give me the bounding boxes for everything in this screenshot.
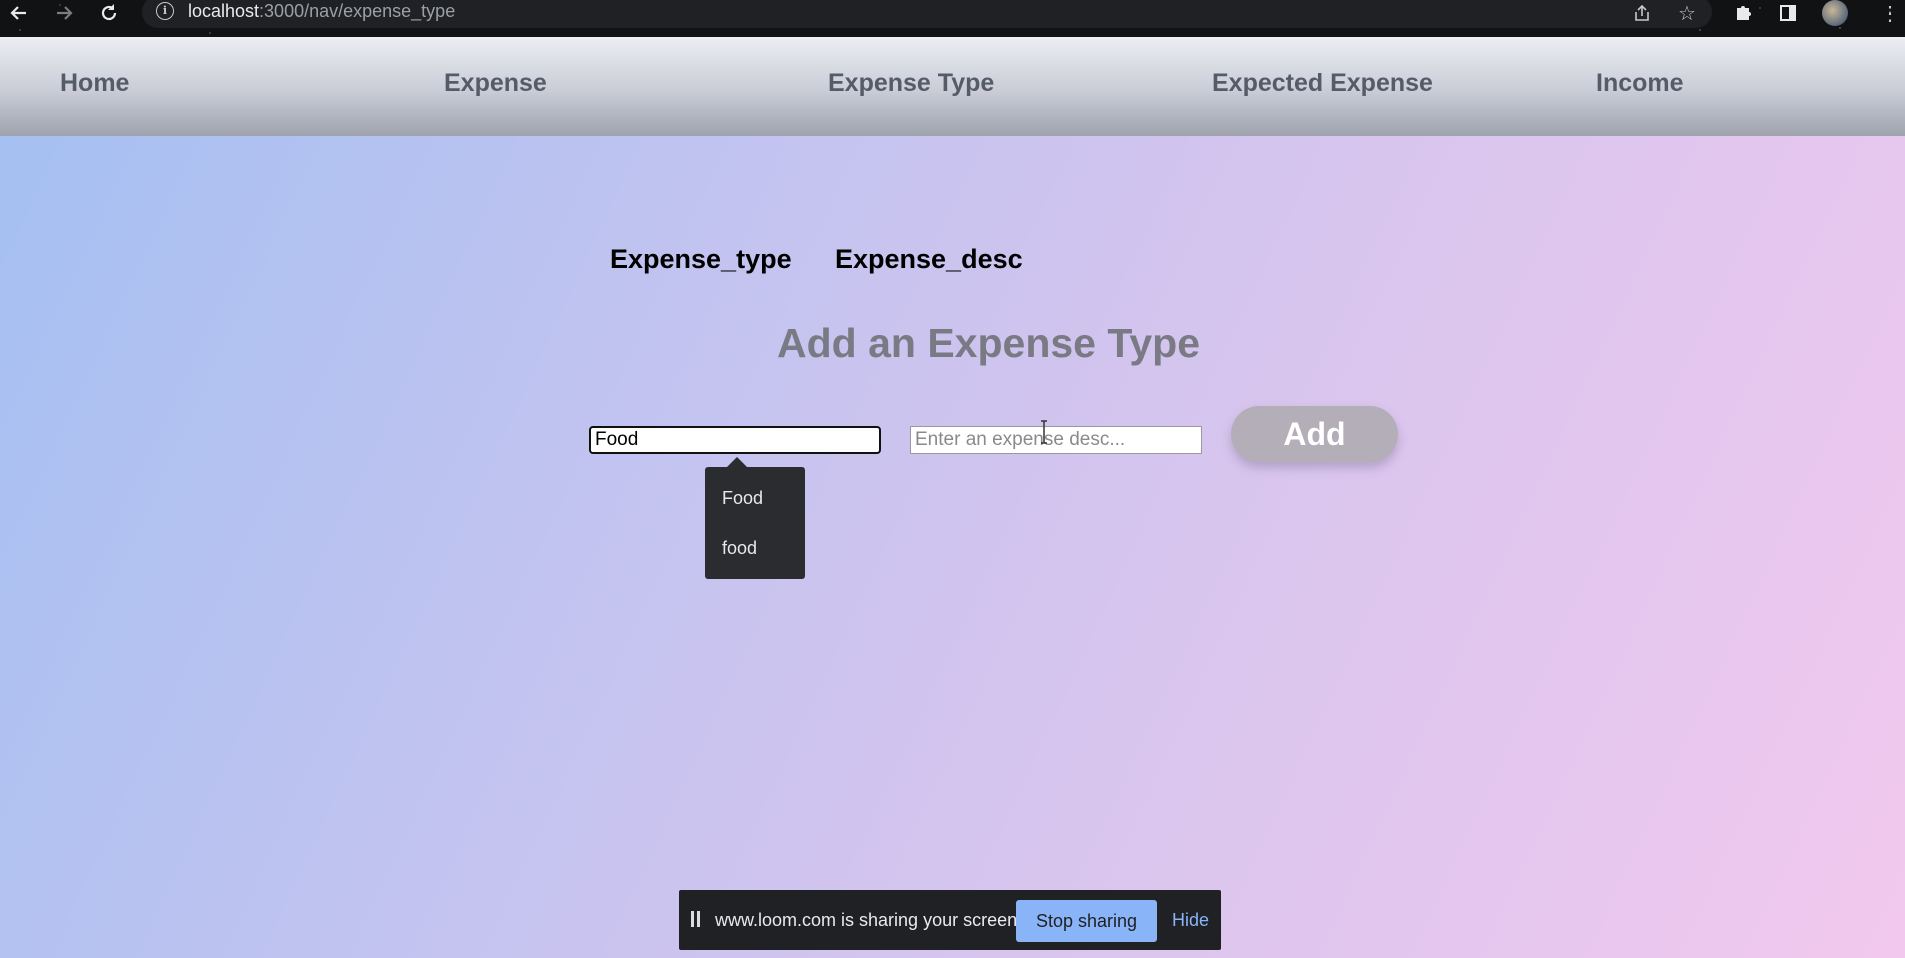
column-header-expense-type: Expense_type (610, 244, 792, 274)
profile-avatar[interactable] (1822, 0, 1848, 26)
share-message: www.loom.com is sharing your screen. (715, 910, 1023, 930)
screen-share-banner: www.loom.com is sharing your screen. Sto… (679, 890, 1221, 950)
nav-expected-expense[interactable]: Expected Expense (1212, 69, 1433, 98)
extensions-puzzle-icon[interactable] (1730, 0, 1758, 26)
hide-banner-link[interactable]: Hide (1172, 910, 1209, 931)
bookmark-star-icon[interactable]: ☆ (1673, 0, 1701, 26)
nav-expense[interactable]: Expense (444, 69, 547, 98)
autocomplete-dropdown: Food food (705, 457, 805, 579)
nav-home[interactable]: Home (60, 69, 129, 98)
stop-sharing-button[interactable]: Stop sharing (1016, 900, 1157, 942)
address-bar[interactable]: i localhost:3000/nav/expense_type (142, 0, 1712, 28)
column-header-expense-desc: Expense_desc (835, 244, 1023, 274)
app-navbar: Home Expense Expense Type Expected Expen… (0, 37, 1905, 136)
reload-icon[interactable] (94, 0, 124, 26)
side-panel-icon[interactable] (1774, 0, 1802, 26)
site-info-icon[interactable]: i (156, 2, 174, 20)
expense-type-input[interactable] (589, 426, 881, 454)
url-text: localhost:3000/nav/expense_type (188, 1, 456, 21)
nav-income[interactable]: Income (1596, 69, 1684, 98)
add-button[interactable]: Add (1231, 406, 1398, 462)
share-icon[interactable] (1628, 0, 1656, 26)
autocomplete-option[interactable]: food (722, 538, 757, 559)
browser-toolbar: i localhost:3000/nav/expense_type ☆ ⋮ (0, 0, 1905, 37)
nav-expense-type[interactable]: Expense Type (828, 69, 994, 98)
expense-desc-input[interactable] (910, 426, 1202, 454)
autocomplete-option[interactable]: Food (722, 488, 763, 509)
text-cursor-icon (1041, 420, 1047, 444)
form-title: Add an Expense Type (777, 320, 1201, 366)
back-arrow-icon[interactable] (4, 0, 34, 26)
pause-icon (691, 911, 701, 927)
kebab-menu-icon[interactable]: ⋮ (1876, 0, 1904, 26)
forward-arrow-icon[interactable] (49, 0, 79, 26)
